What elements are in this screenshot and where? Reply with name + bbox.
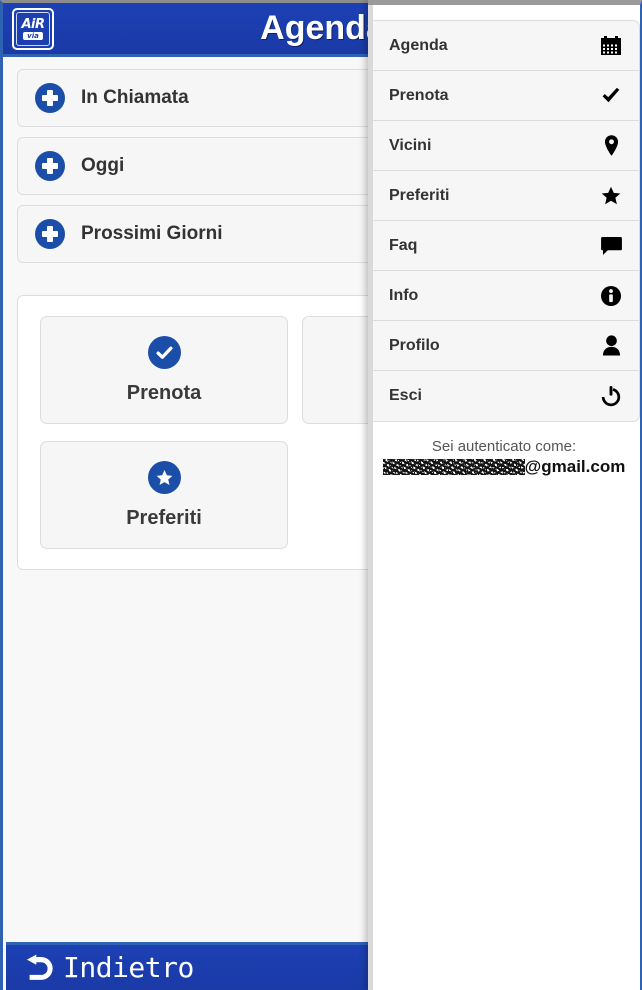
menu-item-label: Info	[389, 286, 419, 304]
info-circle-icon	[600, 285, 622, 306]
tile-label: Prenota	[126, 381, 202, 404]
menu-item-label: Prenota	[389, 86, 449, 104]
menu-item-esci[interactable]: Esci	[369, 371, 639, 421]
app-window: AiR via Agenda In Chiamata Oggi Prossimi…	[0, 0, 642, 990]
menu-item-info[interactable]: Info	[369, 271, 639, 321]
app-logo-word: AiR	[21, 16, 45, 32]
menu-item-vicini[interactable]: Vicini	[369, 121, 639, 171]
plus-circle-icon	[35, 219, 65, 249]
tile-prenota[interactable]: Prenota	[40, 316, 288, 424]
back-button-label: Indietro	[63, 951, 194, 984]
auth-email: @gmail.com	[374, 457, 634, 477]
app-logo: AiR via	[12, 7, 54, 50]
side-menu-panel: Agenda Prenota Vicini Preferiti Faq Info…	[368, 0, 642, 990]
menu-item-label: Profilo	[389, 336, 440, 354]
auth-status-block: Sei autenticato come: @gmail.com	[368, 438, 640, 477]
back-arrow-icon	[22, 951, 55, 984]
speech-bubble-icon	[600, 236, 622, 255]
menu-item-label: Preferiti	[389, 186, 450, 204]
calendar-icon	[600, 36, 622, 55]
menu-item-faq[interactable]: Faq	[369, 221, 639, 271]
menu-item-prenota[interactable]: Prenota	[369, 71, 639, 121]
tile-label: Preferiti	[126, 506, 202, 529]
person-icon	[600, 335, 622, 356]
map-pin-icon	[600, 135, 622, 156]
panel-edge-shade	[368, 5, 373, 990]
check-icon	[600, 86, 622, 106]
app-logo-sub: via	[23, 31, 43, 40]
app-logo-inner: AiR via	[16, 11, 50, 46]
star-circle-icon	[147, 460, 181, 494]
star-icon	[600, 185, 622, 206]
menu-item-label: Vicini	[389, 136, 432, 154]
power-icon	[600, 385, 622, 407]
plus-circle-icon	[35, 151, 65, 181]
menu-item-preferiti[interactable]: Preferiti	[369, 171, 639, 221]
menu-item-label: Faq	[389, 236, 418, 254]
menu-item-label: Agenda	[389, 36, 448, 54]
auth-status-title: Sei autenticato come:	[431, 438, 577, 455]
collapsible-label: Oggi	[81, 155, 125, 176]
plus-circle-icon	[35, 83, 65, 113]
collapsible-label: Prossimi Giorni	[81, 223, 223, 244]
check-circle-icon	[147, 335, 181, 369]
redacted-email-scribble	[382, 459, 525, 475]
collapsible-label: In Chiamata	[81, 87, 189, 108]
tile-preferiti[interactable]: Preferiti	[40, 441, 288, 549]
menu-item-label: Esci	[389, 387, 422, 404]
menu-list: Agenda Prenota Vicini Preferiti Faq Info…	[368, 20, 640, 422]
menu-item-agenda[interactable]: Agenda	[369, 21, 639, 71]
menu-item-profilo[interactable]: Profilo	[369, 321, 639, 371]
auth-email-suffix: @gmail.com	[524, 457, 626, 476]
